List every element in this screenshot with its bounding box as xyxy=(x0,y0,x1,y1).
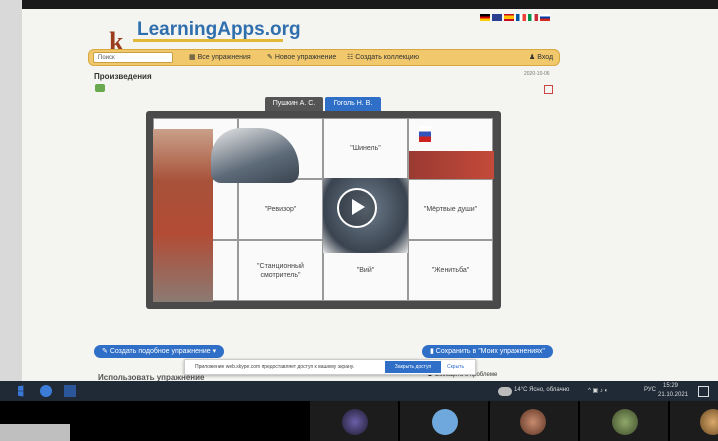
weather-icon xyxy=(498,387,512,396)
video-call-strip xyxy=(0,401,718,441)
nav-all-exercises-label: Все упражнения xyxy=(197,54,251,61)
flag-uk-icon[interactable] xyxy=(492,14,502,21)
clock-time: 15:29 xyxy=(663,383,679,389)
screen-share-notification: Приложение web.skype.com предоставляет д… xyxy=(184,359,476,375)
save-to-mine-label: Сохранить в "Моих упражнениях" xyxy=(435,348,545,355)
logo-underline xyxy=(133,39,283,42)
help-icon[interactable] xyxy=(95,84,105,92)
create-similar-label: Создать подобное упражнение xyxy=(109,348,211,355)
browser-viewport: k LearningApps.org Поиск ▦ Все упражнени… xyxy=(22,9,718,381)
participant-tile[interactable] xyxy=(580,401,668,441)
nav-create-collection[interactable]: ☷ Создать коллекцию xyxy=(347,53,419,61)
search-input[interactable]: Поиск xyxy=(93,52,173,63)
participant-tile[interactable] xyxy=(310,401,398,441)
puzzle-cell[interactable]: "Ревизор" xyxy=(238,179,323,240)
tab-gogol[interactable]: Гоголь Н. В. xyxy=(325,97,381,111)
participant-avatar xyxy=(520,409,546,435)
keyboard-lang[interactable]: РУС xyxy=(644,387,656,393)
russian-flag-icon xyxy=(419,126,431,142)
play-icon[interactable] xyxy=(337,188,377,228)
weather-text: 14°C Ясно, облачно xyxy=(514,387,570,393)
participant-tile[interactable] xyxy=(670,401,718,441)
participant-avatar xyxy=(612,409,638,435)
tray-icons[interactable]: ^ ▣ ♪ ◐ xyxy=(588,387,608,394)
poster-photo xyxy=(409,151,494,179)
puzzle-cell[interactable]: "Женитьба" xyxy=(408,240,493,301)
create-similar-button[interactable]: ✎ Создать подобное упражнение ▾ xyxy=(94,345,225,358)
desktop-edge xyxy=(0,0,22,381)
logo-text: LearningApps.org xyxy=(137,19,301,40)
puzzle-grid: "Шинель" "Ревизор" "Мёртвые души" "Станц… xyxy=(153,118,494,302)
participant-tile[interactable] xyxy=(400,401,488,441)
search-placeholder: Поиск xyxy=(98,55,115,61)
flag-es-icon[interactable] xyxy=(504,14,514,21)
nav-all-exercises[interactable]: ▦ Все упражнения xyxy=(189,53,251,61)
participant-avatar xyxy=(700,409,718,435)
puzzle-board: "Шинель" "Ревизор" "Мёртвые души" "Станц… xyxy=(146,111,501,309)
flag-fr-icon[interactable] xyxy=(516,14,526,21)
puzzle-cell[interactable]: "Шинель" xyxy=(323,118,408,179)
page-title: Произведения xyxy=(94,72,152,81)
windows-start-icon[interactable] xyxy=(18,385,24,397)
hide-notification-link[interactable]: Скрыть xyxy=(447,364,464,370)
word-app-icon[interactable] xyxy=(64,385,76,397)
nav-new-exercise-label: Новое упражнение xyxy=(274,54,337,61)
screen-share-message: Приложение web.skype.com предоставляет д… xyxy=(195,364,355,370)
desktop-edge-bottom xyxy=(0,424,70,441)
participant-avatar xyxy=(432,409,458,435)
fullscreen-icon[interactable] xyxy=(544,85,553,94)
nav-create-collection-label: Создать коллекцию xyxy=(355,54,419,61)
puzzle-cell[interactable]: "Станционный смотритель" xyxy=(238,240,323,301)
nav-bar: Поиск ▦ Все упражнения ✎ Новое упражнени… xyxy=(88,49,560,66)
participant-tile[interactable] xyxy=(490,401,578,441)
page-date: 2020-10-06 xyxy=(524,71,550,77)
login-label: Вход xyxy=(537,54,554,61)
building-photo xyxy=(153,129,213,302)
puzzle-cell[interactable]: "Мёртвые души" xyxy=(408,179,493,240)
clock-date: 21.10.2021 xyxy=(658,392,689,398)
stop-sharing-button[interactable]: Закрыть доступ xyxy=(385,361,441,373)
tab-pushkin[interactable]: Пушкин А. С. xyxy=(265,97,323,111)
nav-new-exercise[interactable]: ✎ Новое упражнение xyxy=(267,53,336,61)
flag-ru-icon[interactable] xyxy=(540,14,550,21)
windows-taskbar: 14°C Ясно, облачно ^ ▣ ♪ ◐ РУС 15:29 21.… xyxy=(0,381,718,401)
notifications-icon[interactable] xyxy=(698,386,709,397)
language-flags[interactable] xyxy=(480,14,550,22)
participant-avatar xyxy=(342,409,368,435)
save-to-mine-button[interactable]: ▮ Сохранить в "Моих упражнениях" xyxy=(422,345,553,358)
flag-it-icon[interactable] xyxy=(528,14,538,21)
browser-app-icon[interactable] xyxy=(40,385,52,397)
flag-de-icon[interactable] xyxy=(480,14,490,21)
login-link[interactable]: ♟ Вход xyxy=(529,53,553,61)
